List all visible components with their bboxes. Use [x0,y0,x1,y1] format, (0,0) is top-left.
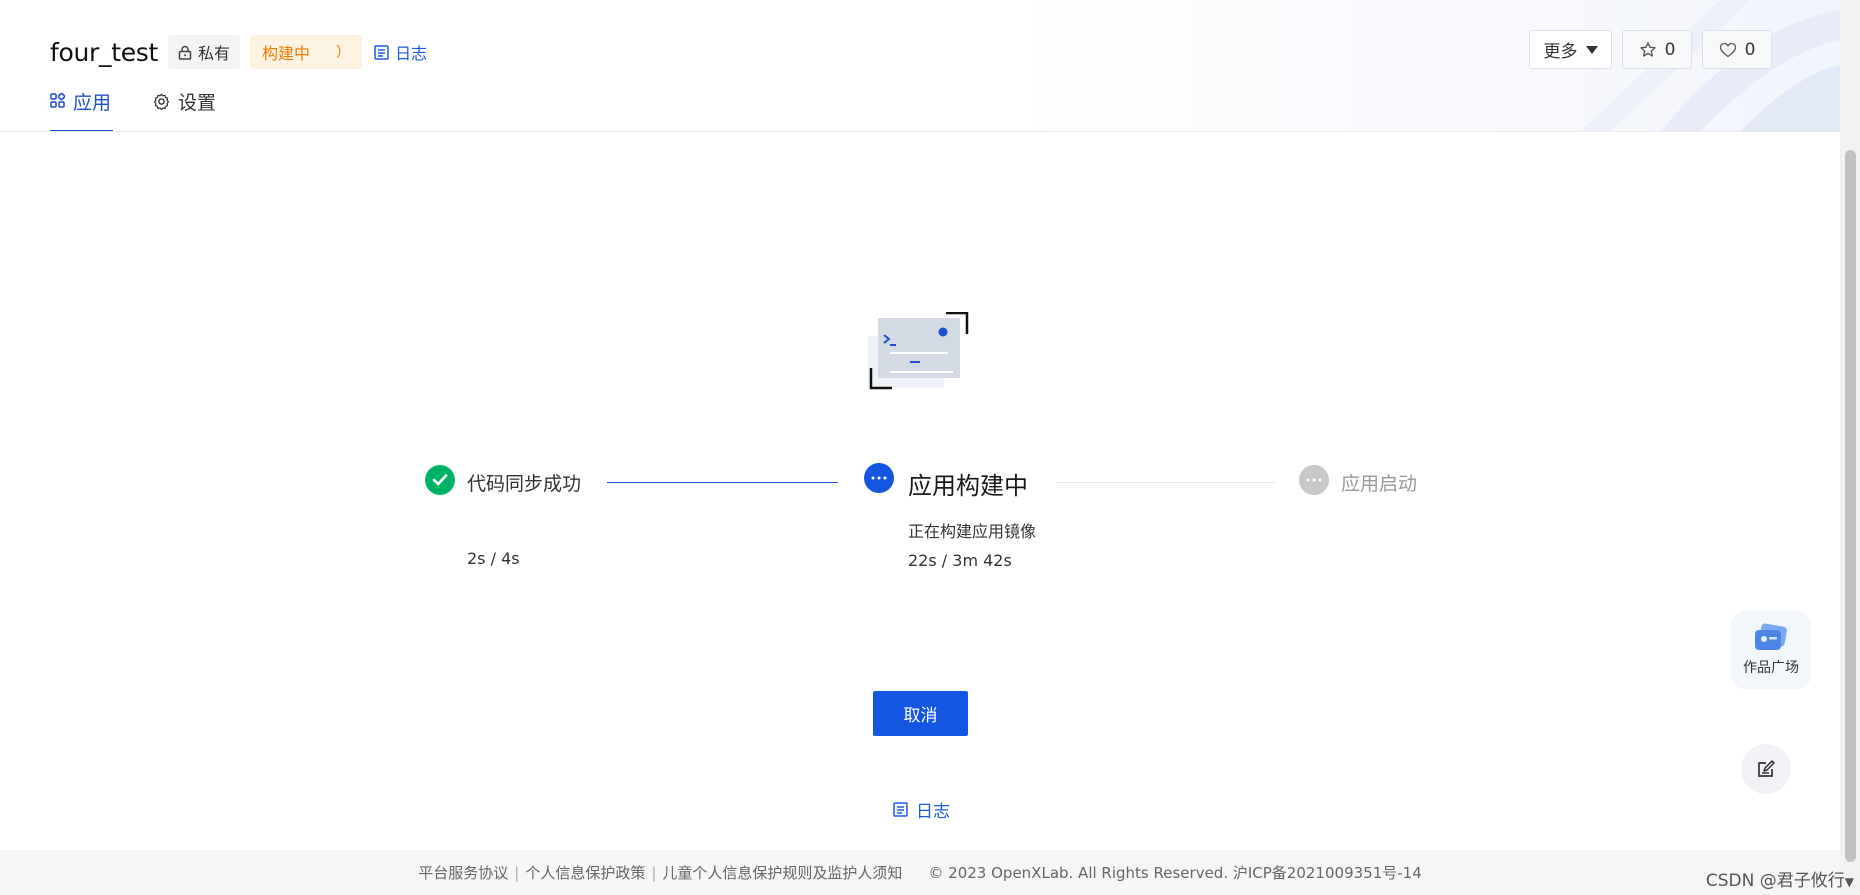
lock-icon [178,45,192,60]
building-status-label: 构建中 [262,44,311,63]
header-log-label: 日志 [395,44,428,63]
building-status-tag: 构建中 ） [250,35,363,69]
apps-icon [50,93,65,108]
page-footer: 平台服务协议 | 个人信息保护政策 | 儿童个人信息保护规则及监护人须知 © 2… [0,850,1840,895]
watermark-caret-icon: ▼ [1844,875,1854,889]
star-count: 0 [1664,39,1676,60]
log-icon [893,802,908,817]
tab-app-label: 应用 [73,92,112,114]
step-building-title: 应用构建中 [908,472,1028,500]
app-header: four_test 私有 构建中 ） 日志 应用 设置 更多 0 0 [0,0,1840,132]
watermark-text: CSDN @君子攸行 [1705,871,1845,891]
gallery-label: 作品广场 [1743,660,1799,676]
page-scrollbar[interactable] [1840,0,1860,895]
step-building-detail: 正在构建应用镜像 [908,522,1037,541]
pending-dots-icon [1299,465,1329,495]
build-log-label: 日志 [916,802,950,822]
footer-copyright: © 2023 OpenXLab. All Rights Reserved. 沪I… [928,864,1422,882]
tab-app[interactable]: 应用 [50,88,114,131]
gallery-float-button[interactable]: 作品广场 [1731,611,1811,689]
tab-settings[interactable]: 设置 [153,88,217,131]
step-building-time: 22s / 3m 42s [908,551,1012,570]
like-button[interactable]: 0 [1702,30,1772,69]
scrollbar-thumb[interactable] [1845,150,1856,862]
footer-link-service-agreement[interactable]: 平台服务协议 [418,862,508,883]
footer-link-privacy-policy[interactable]: 个人信息保护政策 [525,862,645,883]
gear-icon [153,93,170,110]
header-actions: 更多 0 0 [1519,30,1772,69]
tab-settings-label: 设置 [178,92,217,114]
private-tag-label: 私有 [198,44,231,63]
footer-separator: | [651,863,657,882]
gallery-icon [1755,623,1787,650]
step-code-sync-title: 代码同步成功 [467,473,582,495]
build-progress-steps: 代码同步成功 2s / 4s 应用构建中 正在构建应用镜像 22s / 3m 4… [0,458,1840,578]
csdn-watermark: CSDN @君子攸行▼ [1706,866,1854,891]
build-log-link[interactable]: 日志 [893,797,950,822]
caret-down-icon [1585,45,1598,54]
cancel-build-button[interactable]: 取消 [873,691,968,736]
like-count: 0 [1744,39,1756,60]
step-code-sync-time: 2s / 4s [467,549,520,568]
more-button-label: 更多 [1543,42,1578,62]
in-progress-dots-icon [864,463,894,493]
header-log-link[interactable]: 日志 [374,40,427,64]
edit-note-icon [1758,760,1775,777]
build-terminal-illustration [868,312,969,390]
private-tag: 私有 [168,35,241,69]
tab-bar: 应用 设置 [50,88,256,131]
footer-link-children-privacy[interactable]: 儿童个人信息保护规则及监护人须知 [662,862,902,883]
step-connector-done [607,482,838,483]
feedback-float-button[interactable] [1741,744,1791,794]
app-title: four_test [50,37,159,67]
step-connector-pending [1056,482,1275,483]
star-button[interactable]: 0 [1622,30,1692,69]
footer-separator: | [514,863,520,882]
heart-icon [1719,42,1736,57]
success-check-icon [425,465,455,495]
more-dropdown-button[interactable]: 更多 [1529,30,1612,69]
log-icon [374,44,389,60]
step-launch-title: 应用启动 [1341,473,1418,495]
star-icon [1639,41,1656,57]
loading-spinner-icon: ） [336,45,351,61]
